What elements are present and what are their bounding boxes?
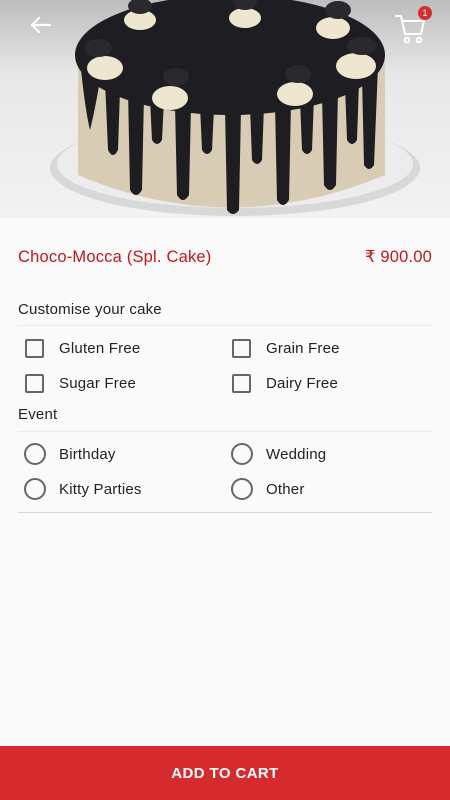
option-sugar-free[interactable]: Sugar Free [25,374,136,393]
divider [18,325,432,326]
event-other[interactable]: Other [231,478,305,500]
option-grain-free[interactable]: Grain Free [232,339,340,358]
cart-button[interactable]: 1 [392,4,436,44]
checkbox[interactable] [25,374,44,393]
event-section-label: Event [18,406,58,423]
option-label: Kitty Parties [59,480,142,498]
option-label: Gluten Free [59,340,141,357]
radio-button[interactable] [24,443,46,465]
option-label: Sugar Free [59,375,137,392]
option-label: Dairy Free [266,375,339,392]
checkbox[interactable] [232,374,251,393]
divider [18,431,432,432]
event-kitty-parties[interactable]: Kitty Parties [24,478,142,500]
option-label: Birthday [59,445,116,463]
event-birthday[interactable]: Birthday [24,443,116,465]
option-label: Wedding [266,445,327,463]
back-button[interactable] [22,10,58,40]
divider [18,512,432,513]
product-image: 1 [0,0,450,218]
option-label: Other [266,480,305,498]
product-name: Choco-Mocca (Spl. Cake) [18,247,212,266]
radio-button[interactable] [231,443,253,465]
arrow-left-icon [30,16,51,34]
radio-button[interactable] [24,478,46,500]
customise-section-label: Customise your cake [18,301,162,318]
option-gluten-free[interactable]: Gluten Free [25,339,140,358]
event-wedding[interactable]: Wedding [231,443,326,465]
cake-illustration [50,0,420,216]
option-dairy-free[interactable]: Dairy Free [232,374,338,393]
product-header: Choco-Mocca (Spl. Cake) ₹ 900.00 [18,245,432,269]
cart-count-badge: 1 [418,6,432,20]
product-price: ₹ 900.00 [364,248,432,266]
radio-button[interactable] [231,478,253,500]
option-label: Grain Free [266,340,340,357]
add-to-cart-button[interactable]: ADD TO CART [0,746,450,800]
checkbox[interactable] [25,339,44,358]
checkbox[interactable] [232,339,251,358]
